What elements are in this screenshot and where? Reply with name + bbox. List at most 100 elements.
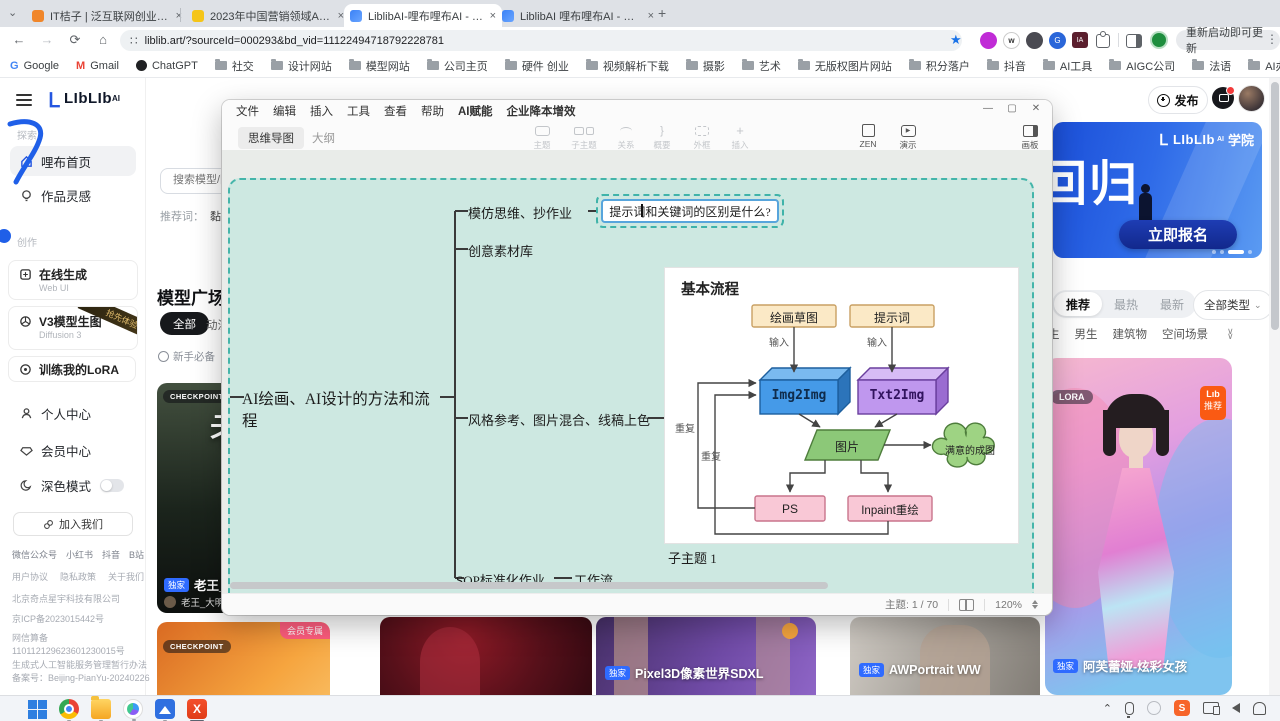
microphone-icon[interactable] (1125, 702, 1134, 715)
bookmark-folder[interactable]: 硬件 创业 (505, 58, 569, 74)
hscrollbar-thumb[interactable] (230, 582, 828, 589)
tab-close-icon[interactable]: × (176, 10, 182, 22)
bookmark-gmail[interactable]: MGmail (76, 60, 119, 72)
network-icon[interactable] (1203, 702, 1219, 714)
link-wechat[interactable]: 微信公众号 (12, 548, 57, 561)
flowchart-image[interactable]: 基本流程 绘画草图 提示词 输入 输入 Img2Img Txt2Img 图片 满… (665, 268, 1018, 543)
mindmap-node-material[interactable]: 创意素材库 (468, 241, 533, 260)
url-bar[interactable]: ∷ liblib.art/?sourceId=000293&bd_vid=111… (120, 30, 962, 51)
sort-tab-recommend[interactable]: 推荐 (1054, 292, 1102, 316)
extension-icon-1[interactable] (980, 32, 997, 49)
hamburger-menu-icon[interactable] (16, 91, 32, 109)
tab-close-icon[interactable]: × (648, 10, 654, 22)
user-avatar[interactable] (1238, 85, 1265, 112)
tool-insert[interactable]: + 插入 (720, 123, 760, 151)
reload-icon[interactable]: ⟳ (64, 32, 86, 48)
mindmap-subtopic-label[interactable]: 子主题 1 (668, 548, 717, 567)
bookmark-folder[interactable]: 积分落户 (909, 58, 970, 74)
tool-board[interactable]: 画板 (1010, 123, 1050, 151)
type-filter-dropdown[interactable]: 全部类型 ⌄ (1193, 290, 1273, 320)
bookmark-folder[interactable]: 无版权图片网站 (798, 58, 892, 74)
sort-tab-hot[interactable]: 最热 (1104, 292, 1148, 316)
tab-search-chevron-icon[interactable]: ⌄ (8, 6, 17, 19)
tool-present[interactable]: ▶ 演示 (888, 123, 928, 151)
mindmap-canvas[interactable]: AI绘画、AI设计的方法和流程 模仿思维、抄作业 提示词和关键词的区别是什么? … (222, 150, 1052, 593)
menu-insert[interactable]: 插入 (310, 103, 333, 119)
liblib-logo[interactable]: Ｌ LIbLIb AI (44, 84, 120, 113)
newbie-tag[interactable]: 新手必备 (158, 349, 215, 364)
profile-avatar[interactable] (1150, 31, 1168, 49)
bookmark-folder[interactable]: 摄影 (686, 58, 725, 74)
zoom-stepper[interactable] (1032, 600, 1038, 609)
page-scrollbar[interactable] (1269, 78, 1280, 695)
sidebar-item-inspiration[interactable]: 作品灵感 (20, 186, 91, 205)
tag-item[interactable]: 空间场景 (1162, 326, 1208, 342)
selected-node-box[interactable]: 提示词和关键词的区别是什么? (601, 199, 779, 223)
menu-view[interactable]: 查看 (384, 103, 407, 119)
back-icon[interactable]: ← (8, 32, 30, 47)
link-privacy[interactable]: 隐私政策 (60, 570, 96, 583)
mindmap-root-node[interactable]: AI绘画、AI设计的方法和流程 (242, 387, 442, 431)
maximize-icon[interactable]: ▢ (1002, 103, 1022, 114)
join-us-button[interactable]: 加入我们 (13, 512, 133, 536)
extension-icon-2[interactable] (1026, 32, 1043, 49)
browser-tab-active[interactable]: LiblibAI-哩布哩布AI - 中国领先 × (344, 4, 502, 27)
tag-item[interactable]: 建筑物 (1113, 326, 1148, 342)
sogou-input-icon[interactable]: S (1174, 700, 1190, 716)
extensions-puzzle-icon[interactable] (1096, 34, 1110, 48)
bookmark-google[interactable]: GGoogle (10, 60, 59, 72)
taskbar-xmind-icon[interactable]: X (187, 699, 207, 719)
menu-ai[interactable]: AI赋能 (458, 103, 493, 119)
model-card-portrait[interactable]: 独家 AWPortrait WW (850, 617, 1040, 695)
extension-icon-3[interactable]: G (1049, 32, 1066, 49)
taskbar-app-icon[interactable] (123, 699, 143, 719)
filter-pill-all[interactable]: 全部 (160, 312, 209, 335)
expand-tags-icon[interactable]: ∨∨ (1227, 329, 1234, 339)
menu-edit[interactable]: 编辑 (273, 103, 296, 119)
browser-tab-2[interactable]: 2023年中国营销领域AIGC技术 × (186, 4, 350, 27)
browser-menu-icon[interactable]: ⋮ (1266, 32, 1278, 46)
doc-tab-mindmap[interactable]: 思维导图 (238, 127, 304, 149)
doc-tab-outline[interactable]: 大纲 (312, 130, 335, 146)
extension-icon-ia[interactable]: IA (1072, 32, 1088, 48)
home-icon[interactable]: ⌂ (92, 32, 114, 47)
bookmark-folder[interactable]: 法语 (1192, 58, 1231, 74)
link-bilibili[interactable]: B站 (129, 548, 144, 561)
tool-boundary[interactable]: 外框 (682, 123, 722, 151)
bookmark-folder[interactable]: AI工具 (1043, 58, 1092, 74)
taskbar-explorer-icon[interactable] (91, 699, 111, 719)
darkmode-toggle[interactable] (100, 479, 124, 492)
link-xiaohongshu[interactable]: 小红书 (66, 548, 93, 561)
sidebar-item-online-gen[interactable]: 在线生成 Web UI (8, 260, 138, 300)
tool-zen[interactable]: ZEN (848, 123, 888, 149)
split-view-icon[interactable] (1126, 34, 1142, 48)
mindmap-selected-node[interactable]: 提示词和关键词的区别是什么? (596, 194, 784, 228)
publish-button[interactable]: 发布 (1148, 86, 1208, 114)
bookmark-chatgpt[interactable]: ChatGPT (136, 60, 198, 72)
taskbar-chrome-icon[interactable] (59, 699, 79, 719)
message-icon[interactable] (1212, 87, 1234, 109)
notification-bell-icon[interactable] (1253, 702, 1266, 715)
browser-tab-4[interactable]: LiblibAI 哩布哩布AI - 中国领.. × (496, 4, 660, 27)
volume-icon[interactable] (1232, 703, 1240, 713)
bookmark-folder[interactable]: 公司主页 (427, 58, 488, 74)
menu-enterprise[interactable]: 企业降本增效 (507, 103, 576, 119)
bookmark-folder[interactable]: 艺术 (742, 58, 781, 74)
forward-icon[interactable]: → (36, 32, 58, 47)
extension-icon-w[interactable]: w (1003, 32, 1020, 49)
model-card-orange[interactable]: CHECKPOINT 会员专属 (157, 622, 330, 695)
site-settings-icon[interactable]: ∷ (130, 34, 138, 48)
carousel-dots[interactable] (1212, 250, 1252, 254)
bookmark-folder[interactable]: 模型网站 (349, 58, 410, 74)
bookmark-folder[interactable]: 设计网站 (271, 58, 332, 74)
academy-banner[interactable]: Ｌ LIbLIb AI 学院 回归 立即报名 (1053, 122, 1262, 258)
bookmark-folder[interactable]: 视频解析下载 (586, 58, 669, 74)
bookmark-folder[interactable]: 抖音 (987, 58, 1026, 74)
tool-topic[interactable]: 主题 (522, 123, 562, 151)
model-card-pixel[interactable]: 独家 Pixel3D像素世界SDXL (596, 617, 816, 695)
menu-file[interactable]: 文件 (236, 103, 259, 119)
menu-help[interactable]: 帮助 (421, 103, 444, 119)
sort-tab-new[interactable]: 最新 (1150, 292, 1194, 316)
bookmark-folder[interactable]: AIGC公司 (1109, 58, 1175, 74)
chrome-update-button[interactable]: 重新启动即可更新 (1176, 30, 1280, 50)
